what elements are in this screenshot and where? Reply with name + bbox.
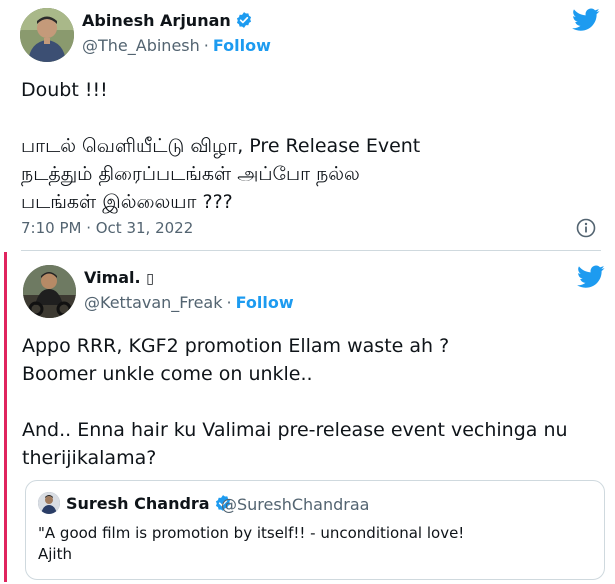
reply-author-handle[interactable]: @Kettavan_Freak [84, 293, 222, 312]
reply-author-name-text[interactable]: Vimal. [84, 268, 146, 287]
reply-author-name[interactable]: Vimal. ▯ [84, 268, 154, 287]
avatar-photo [38, 492, 60, 514]
quoted-author-name: Suresh Chandra [66, 494, 232, 513]
info-icon[interactable] [576, 218, 596, 238]
avatar-photo [20, 8, 74, 62]
avatar[interactable] [23, 265, 76, 318]
reply-text-line: Boomer unkle come on unkle.. [22, 363, 313, 385]
reply-text: Appo RRR, KGF2 promotion Ellam waste ah … [22, 332, 607, 472]
divider [21, 250, 601, 251]
twitter-bird-icon[interactable] [577, 265, 605, 289]
reply-text-line: Appo RRR, KGF2 promotion Ellam waste ah … [22, 335, 450, 357]
author-handle[interactable]: @The_Abinesh [82, 36, 200, 55]
author-name-text[interactable]: Abinesh Arjunan [82, 11, 231, 30]
quoted-tweet-text: "A good film is promotion by itself!! - … [38, 523, 578, 565]
tweet-card: Abinesh Arjunan @The_Abinesh · Follow Doub… [0, 0, 615, 250]
follow-button[interactable]: Follow [236, 293, 294, 312]
author-handle-row: @The_Abinesh · Follow [82, 36, 271, 55]
handle-separator: · [203, 36, 209, 55]
handle-separator: · [226, 293, 232, 312]
verified-badge-icon [236, 12, 251, 28]
tweet-text-line: படங்கள் இல்லையா ??? [21, 191, 233, 213]
reply-indicator-bar [4, 252, 7, 582]
tweet-text-line [21, 104, 601, 132]
reply-text-line: And.. Enna hair ku Valimai pre-release e… [22, 419, 568, 441]
tweet-text-line: பாடல் வெளியீட்டு விழா, Pre Release Event [21, 135, 421, 157]
avatar[interactable] [20, 8, 74, 62]
twitter-bird-icon[interactable] [572, 8, 600, 32]
tweet-text-line: Doubt !!! [21, 79, 108, 101]
quoted-author-handle: @SureshChandraa [221, 495, 370, 514]
quoted-text-line: "A good film is promotion by itself!! - … [38, 524, 465, 542]
tweet-text-line: நடத்தும் திரைப்படங்கள் அப்போ நல்ல [21, 163, 360, 185]
author-name[interactable]: Abinesh Arjunan [82, 11, 253, 30]
reply-text-line [22, 388, 607, 416]
unrendered-emoji-glyph: ▯ [146, 271, 154, 287]
tweet-text: Doubt !!! பாடல் வெளியீட்டு விழா, Pre Rel… [21, 76, 601, 216]
quoted-text-line: Ajith [38, 545, 72, 563]
reply-text-line: therijikalama? [22, 447, 157, 469]
quoted-author-name-text: Suresh Chandra [66, 494, 210, 513]
follow-button[interactable]: Follow [213, 36, 271, 55]
reply-handle-row: @Kettavan_Freak · Follow [84, 293, 294, 312]
avatar-photo [23, 265, 76, 318]
tweet-timestamp[interactable]: 7:10 PM · Oct 31, 2022 [21, 219, 193, 237]
quoted-avatar [38, 492, 60, 514]
